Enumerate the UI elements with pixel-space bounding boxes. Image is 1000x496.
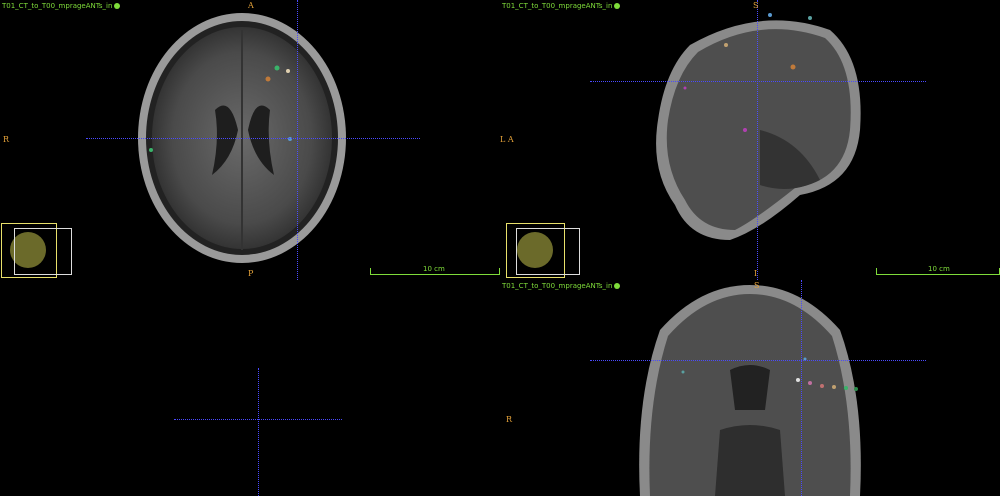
electrode-marker (820, 384, 824, 388)
volume-label[interactable]: T01_CT_to_T00_mprageANTs_in (502, 2, 621, 10)
electrode-marker (149, 148, 153, 152)
crosshair-vertical (757, 0, 758, 280)
orientation-top: A (248, 1, 254, 10)
electrode-marker (274, 65, 280, 71)
orientation-top: S (753, 1, 759, 10)
coronal-view[interactable]: T01_CT_to_T00_mprageANTs_in S R (500, 280, 1000, 496)
electrode-marker (286, 69, 290, 73)
electrode-marker (844, 386, 848, 390)
navigator-frame (14, 228, 72, 275)
navigator-frame (516, 228, 580, 275)
scale-ruler-label: 10 cm (928, 265, 950, 273)
crosshair-horizontal (590, 81, 926, 82)
sagittal-view[interactable]: T01_CT_to_T00_mprageANTs_in S I L A 10 c… (500, 0, 1000, 280)
electrode-marker (808, 381, 812, 385)
electrode-marker (832, 385, 836, 389)
electrode-marker (796, 378, 800, 382)
volume-label[interactable]: T01_CT_to_T00_mprageANTs_in (502, 282, 621, 290)
electrode-marker (265, 76, 271, 82)
electrode-marker (683, 86, 687, 90)
electrode-marker (854, 387, 858, 391)
orientation-bottom: I (754, 269, 758, 278)
orientation-bottom: P (248, 269, 254, 278)
electrode-marker (768, 13, 772, 17)
crosshair-vertical (801, 280, 802, 496)
crosshair-horizontal (86, 138, 420, 139)
crosshair-vertical (297, 0, 298, 280)
volume-label[interactable]: T01_CT_to_T00_mprageANTs_in (2, 2, 121, 10)
orientation-top: S (754, 281, 760, 290)
coronal-brain-image (639, 285, 861, 496)
axial-view[interactable]: T01_CT_to_T00_mprageANTs_in A P R 10 cm (0, 0, 500, 280)
axial-brain-image (138, 13, 346, 263)
electrode-marker (808, 16, 812, 20)
orientation-left: R (3, 135, 10, 144)
electrode-marker (743, 128, 747, 132)
electrode-marker (724, 43, 728, 47)
orientation-left: R (506, 415, 513, 424)
3d-view[interactable] (0, 280, 500, 496)
electrode-marker (790, 64, 796, 70)
pin-icon[interactable] (114, 3, 121, 9)
pin-icon[interactable] (614, 3, 621, 9)
scale-ruler-label: 10 cm (423, 265, 445, 273)
crosshair-vertical (258, 368, 259, 496)
pin-icon[interactable] (614, 283, 621, 289)
crosshair-horizontal (590, 360, 926, 361)
electrode-marker (681, 370, 685, 374)
orientation-left: L A (500, 135, 514, 144)
